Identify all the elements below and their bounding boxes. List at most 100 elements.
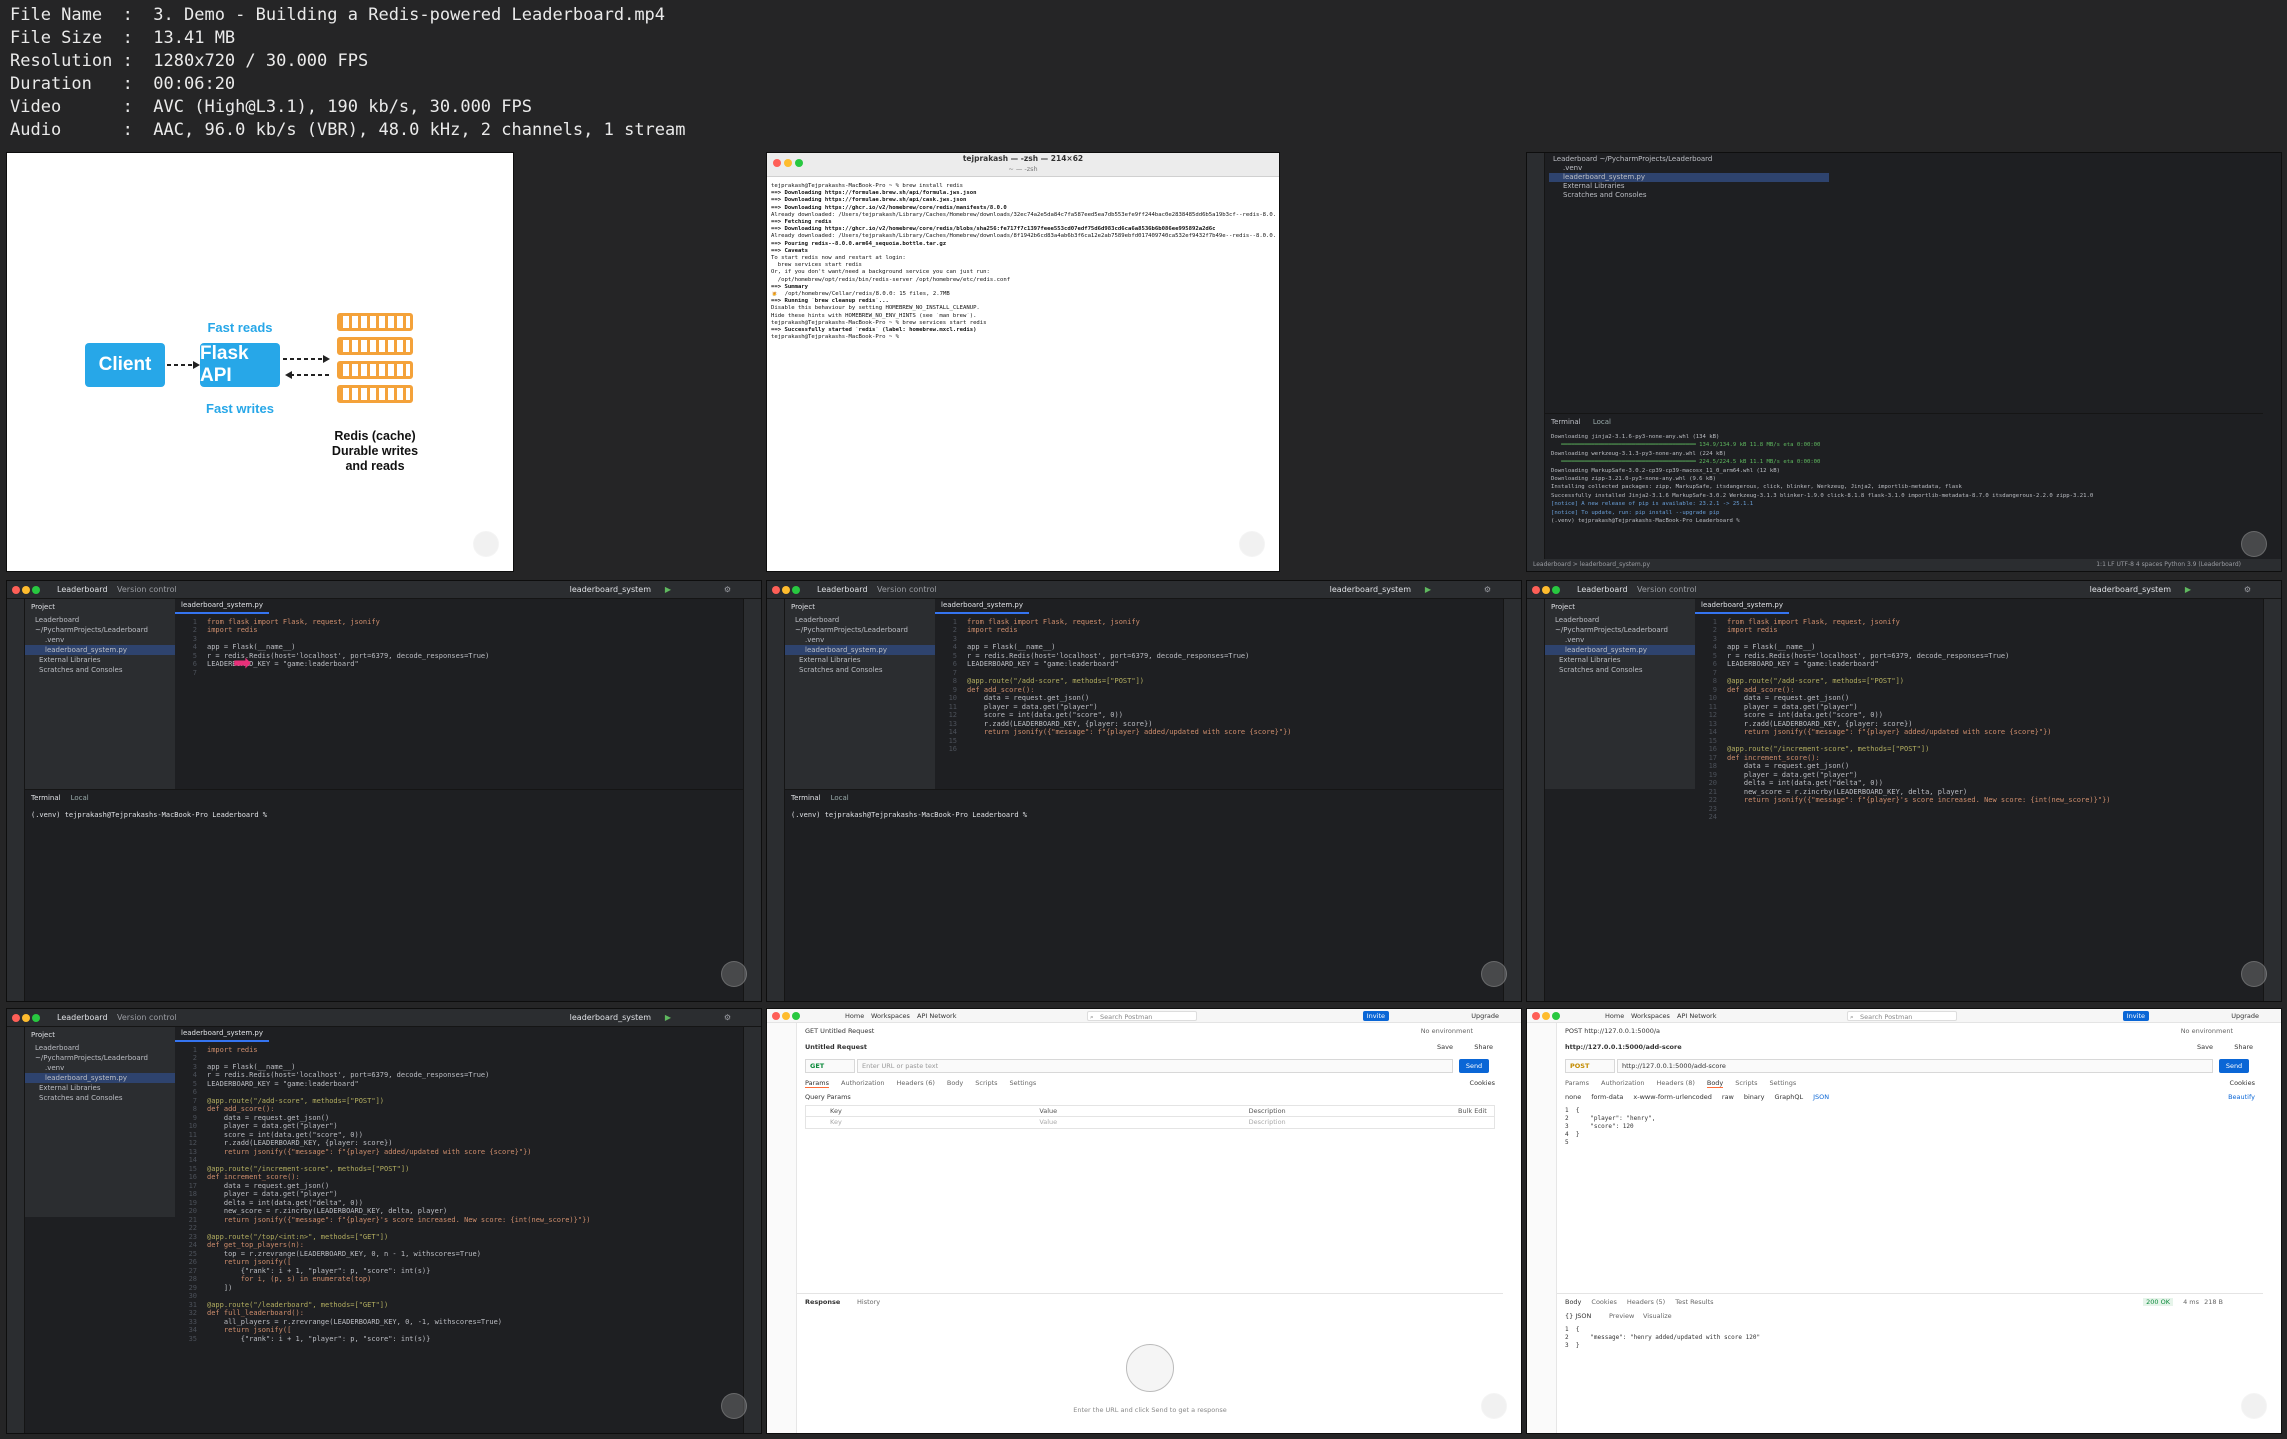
request-title[interactable]: Untitled Request: [805, 1043, 867, 1051]
save-button[interactable]: Save: [1437, 1043, 1453, 1051]
invite-button[interactable]: Invite: [2122, 1011, 2149, 1021]
tab-settings[interactable]: Settings: [1770, 1079, 1797, 1087]
tab-project[interactable]: Project: [25, 599, 175, 615]
request-title[interactable]: http://127.0.0.1:5000/add-score: [1565, 1043, 1682, 1051]
file-tab[interactable]: leaderboard_system.py: [1695, 599, 1790, 614]
tab-local[interactable]: Local: [831, 794, 849, 802]
code-editor[interactable]: leaderboard_system.py 1 from flask import …: [935, 599, 1503, 789]
vcs-menu[interactable]: Version control: [117, 1009, 177, 1027]
zoom-dot-icon[interactable]: [792, 1012, 800, 1020]
column-header[interactable]: Bulk Edit: [1434, 1106, 1494, 1116]
file-tab[interactable]: leaderboard_system.py: [935, 599, 1030, 614]
tree-item[interactable]: External Libraries: [25, 1083, 175, 1093]
play-icon[interactable]: [2241, 531, 2267, 557]
tab-headers[interactable]: Headers (6): [897, 1079, 935, 1087]
url-input[interactable]: Enter URL or paste text: [857, 1059, 1453, 1073]
terminal-output[interactable]: tejprakash@Tejprakashs-MacBook-Pro ~ % b…: [771, 183, 1275, 341]
play-icon[interactable]: [2241, 961, 2267, 987]
tree-item[interactable]: Scratches and Consoles: [25, 1093, 175, 1103]
play-icon[interactable]: [1481, 1393, 1507, 1419]
tab-scripts[interactable]: Scripts: [975, 1079, 997, 1087]
tab-scripts[interactable]: Scripts: [1735, 1079, 1757, 1087]
nav-api-network[interactable]: API Network: [1677, 1009, 1717, 1023]
tree-item[interactable]: leaderboard_system.py: [25, 1073, 175, 1083]
settings-icon[interactable]: ⚙: [724, 581, 731, 599]
run-icon[interactable]: ▶: [1425, 581, 1431, 599]
project-name[interactable]: Leaderboard: [817, 581, 868, 599]
code-editor[interactable]: leaderboard_system.py 1 import redis 2 3 app …: [175, 1027, 743, 1433]
file-tab[interactable]: leaderboard_system.py: [175, 1027, 270, 1042]
minimize-dot-icon[interactable]: [1542, 1012, 1550, 1020]
send-button[interactable]: Send: [1459, 1059, 1489, 1073]
tree-item[interactable]: .venv: [25, 635, 175, 645]
method-select[interactable]: POST: [1565, 1059, 1615, 1073]
response-format[interactable]: {} JSON: [1565, 1312, 1591, 1320]
invite-button[interactable]: Invite: [1362, 1011, 1389, 1021]
response-tab[interactable]: Headers (5): [1627, 1298, 1665, 1306]
request-body-editor[interactable]: 1 {2 "player": "henry", 3 "score": 120 4 }…: [1565, 1107, 1655, 1147]
project-name[interactable]: Leaderboard: [57, 1009, 108, 1027]
cell-placeholder[interactable]: Key: [806, 1117, 1015, 1128]
nav-workspaces[interactable]: Workspaces: [871, 1009, 910, 1023]
tree-item[interactable]: Scratches and Consoles: [25, 665, 175, 675]
share-button[interactable]: Share: [1474, 1043, 1493, 1051]
upgrade-button[interactable]: Upgrade: [2231, 1009, 2259, 1023]
vcs-menu[interactable]: Version control: [1637, 581, 1697, 599]
tree-item[interactable]: Scratches and Consoles: [1549, 191, 1829, 200]
body-type-JSON[interactable]: JSON: [1813, 1093, 1829, 1101]
save-button[interactable]: Save: [2197, 1043, 2213, 1051]
play-icon[interactable]: [473, 531, 499, 557]
cookies-link[interactable]: Cookies: [2230, 1079, 2255, 1087]
request-tab[interactable]: POST http://127.0.0.1:5000/a: [1565, 1027, 1660, 1035]
minimize-dot-icon[interactable]: [782, 1012, 790, 1020]
tree-item[interactable]: Scratches and Consoles: [1545, 665, 1695, 675]
tab-terminal[interactable]: Terminal: [31, 794, 61, 802]
zoom-dot-icon[interactable]: [1552, 586, 1560, 594]
nav-home[interactable]: Home: [845, 1009, 864, 1023]
body-type-x-www-form-urlencoded[interactable]: x-www-form-urlencoded: [1633, 1093, 1712, 1101]
tree-item[interactable]: Leaderboard ~/PycharmProjects/Leaderboar…: [25, 615, 175, 635]
terminal-prompt[interactable]: (.venv) tejprakash@Tejprakashs-MacBook-P…: [25, 807, 743, 824]
tree-item[interactable]: Leaderboard ~/PycharmProjects/Leaderboar…: [25, 1043, 175, 1063]
play-icon[interactable]: [721, 1393, 747, 1419]
minimize-dot-icon[interactable]: [782, 586, 790, 594]
tree-item[interactable]: leaderboard_system.py: [785, 645, 935, 655]
response-tab[interactable]: Test Results: [1675, 1298, 1713, 1306]
tab-authorization[interactable]: Authorization: [841, 1079, 885, 1087]
search-input[interactable]: ⌕ Search Postman: [1087, 1011, 1197, 1021]
share-button[interactable]: Share: [2234, 1043, 2253, 1051]
tab-headers[interactable]: Headers (8): [1657, 1079, 1695, 1087]
tree-item[interactable]: External Libraries: [25, 655, 175, 665]
method-select[interactable]: GET: [805, 1059, 855, 1073]
breadcrumb[interactable]: Leaderboard > leaderboard_system.py: [1533, 561, 1650, 568]
run-icon[interactable]: ▶: [665, 581, 671, 599]
tree-item[interactable]: Leaderboard ~/PycharmProjects/Leaderboar…: [1549, 155, 1829, 164]
zoom-dot-icon[interactable]: [1552, 1012, 1560, 1020]
tab-body[interactable]: Body: [1706, 1079, 1724, 1088]
close-dot-icon[interactable]: [12, 586, 20, 594]
tab-authorization[interactable]: Authorization: [1601, 1079, 1645, 1087]
run-config[interactable]: leaderboard_system: [570, 1009, 651, 1027]
run-config[interactable]: leaderboard_system: [1330, 581, 1411, 599]
cell-placeholder[interactable]: Description: [1225, 1117, 1434, 1128]
url-input[interactable]: http://127.0.0.1:5000/add-score: [1617, 1059, 2213, 1073]
tab-local[interactable]: Local: [1593, 418, 1611, 426]
vcs-menu[interactable]: Version control: [117, 581, 177, 599]
tree-item[interactable]: .venv: [785, 635, 935, 645]
tree-item[interactable]: leaderboard_system.py: [25, 645, 175, 655]
preview-button[interactable]: Preview: [1609, 1312, 1634, 1320]
settings-icon[interactable]: ⚙: [1484, 581, 1491, 599]
settings-icon[interactable]: ⚙: [724, 1009, 731, 1027]
body-type-form-data[interactable]: form-data: [1591, 1093, 1623, 1101]
nav-home[interactable]: Home: [1605, 1009, 1624, 1023]
body-type-none[interactable]: none: [1565, 1093, 1581, 1101]
request-tab[interactable]: GET Untitled Request: [805, 1027, 874, 1035]
close-dot-icon[interactable]: [1532, 586, 1540, 594]
response-tab[interactable]: Body: [1565, 1298, 1581, 1306]
tree-item[interactable]: External Libraries: [1549, 182, 1829, 191]
search-input[interactable]: ⌕ Search Postman: [1847, 1011, 1957, 1021]
terminal-prompt[interactable]: (.venv) tejprakash@Tejprakashs-MacBook-P…: [785, 807, 1503, 824]
terminal-output[interactable]: Downloading jinja2-3.1.6-py3-none-any.wh…: [1545, 431, 2263, 527]
run-icon[interactable]: ▶: [2185, 581, 2191, 599]
response-tab[interactable]: Cookies: [1591, 1298, 1616, 1306]
